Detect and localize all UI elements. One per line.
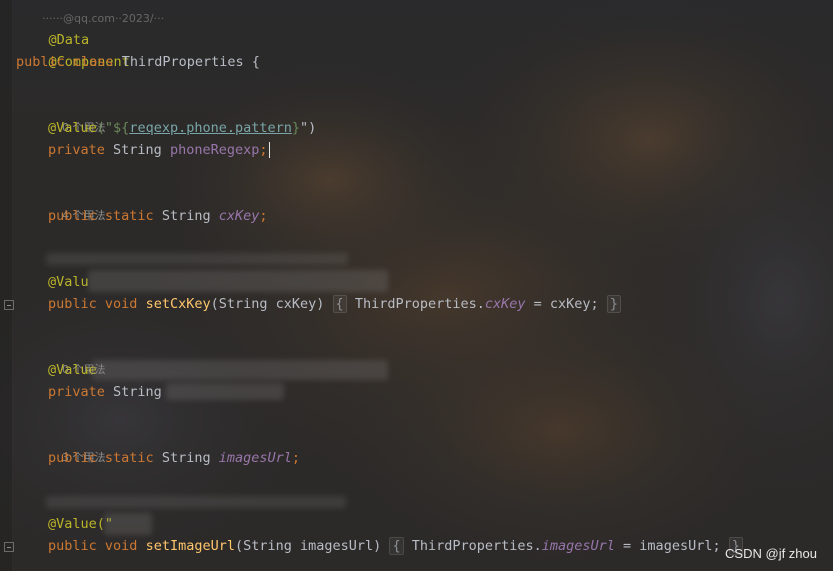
code-line-value-cxkey[interactable]: @Valu xyxy=(48,271,89,293)
method-params: (String imagesUrl) xyxy=(234,538,382,554)
keyword-public: public xyxy=(48,208,97,224)
keyword-static: static xyxy=(104,208,154,224)
code-line-2[interactable]: @Component xyxy=(16,29,130,70)
code-line-setimageurl[interactable]: public void setImageUrl(String imagesUrl… xyxy=(48,535,743,557)
code-editor[interactable]: ······@qq.com··2023/··· @Data @Component… xyxy=(0,0,833,571)
usage-hint-phone[interactable]: 0 个用法 xyxy=(48,95,106,134)
property-placeholder-key[interactable]: reqexp.phone.pattern xyxy=(129,120,292,136)
placeholder-open: ${ xyxy=(113,120,130,136)
blurred-field-name xyxy=(166,383,284,400)
annotation-value: @Value xyxy=(48,362,97,378)
text-cursor xyxy=(268,142,270,158)
class-ref: ThirdProperties. xyxy=(411,538,542,554)
method-params: (String cxKey) xyxy=(210,296,325,312)
semicolon: ; xyxy=(259,142,268,158)
type-string: String xyxy=(161,450,211,466)
keyword-void: void xyxy=(104,538,138,554)
code-line-value-phone[interactable]: @Value("${reqexp.phone.pattern}") xyxy=(48,117,316,139)
fold-marker-setimageurl[interactable] xyxy=(4,542,14,552)
usage-hint-private[interactable]: 0 个用法 xyxy=(48,337,106,376)
type-string: String xyxy=(161,208,211,224)
usage-hint-imagesurl[interactable]: 3 个用法 xyxy=(48,425,106,464)
blurred-usage-hint xyxy=(46,253,348,265)
code-line-phone-field[interactable]: private String phoneRegexp; xyxy=(48,139,270,161)
folded-body-open[interactable]: { xyxy=(389,537,404,555)
field-ref-imagesurl: imagesUrl xyxy=(541,538,615,554)
field-cxkey: cxKey xyxy=(218,208,260,224)
type-string: String xyxy=(113,384,162,400)
class-ref: ThirdProperties. xyxy=(354,296,485,312)
folded-body-close[interactable]: } xyxy=(606,295,621,313)
folded-body-open[interactable]: { xyxy=(332,295,347,313)
code-line-setcxkey[interactable]: public void setCxKey(String cxKey) { Thi… xyxy=(48,293,621,315)
code-line-value-private[interactable]: @Value xyxy=(48,359,97,381)
code-line-imagesurl-field[interactable]: public static String imagesUrl; xyxy=(48,447,300,469)
assignment: = imagesUrl; xyxy=(614,538,721,554)
keyword-static: static xyxy=(104,450,154,466)
value-string-close: ") xyxy=(300,120,317,136)
code-line-3[interactable]: public class ThirdProperties { xyxy=(16,51,260,73)
field-ref-cxkey: cxKey xyxy=(484,296,526,312)
code-line-1[interactable]: @Data xyxy=(16,7,90,48)
blurred-value-text xyxy=(88,270,388,292)
class-open-brace: { xyxy=(251,54,260,70)
field-phone-regexp: phoneRegexp xyxy=(169,142,260,158)
keyword-class: class xyxy=(72,54,114,70)
blurred-value-text xyxy=(104,513,152,535)
blurred-usage-hint xyxy=(46,496,346,508)
annotation-value: @Value xyxy=(48,120,97,136)
semicolon: ; xyxy=(259,208,268,224)
code-line-private-field[interactable]: private String xyxy=(48,381,162,403)
field-imagesurl: imagesUrl xyxy=(218,450,292,466)
annotation-value: @Valu xyxy=(48,274,89,290)
type-string: String xyxy=(113,142,162,158)
keyword-public: public xyxy=(48,450,97,466)
method-setimageurl: setImageUrl xyxy=(145,538,235,554)
usage-hint-cxkey[interactable]: 4 个用法 xyxy=(48,183,106,222)
keyword-public: public xyxy=(48,296,97,312)
keyword-public: public xyxy=(48,538,97,554)
keyword-private: private xyxy=(48,142,105,158)
class-name: ThirdProperties xyxy=(121,54,244,70)
keyword-private: private xyxy=(48,384,105,400)
code-line-cxkey-field[interactable]: public static String cxKey; xyxy=(48,205,268,227)
value-string-open: (" xyxy=(96,120,114,136)
csdn-watermark: CSDN @jf zhou xyxy=(725,546,817,561)
method-setcxkey: setCxKey xyxy=(145,296,211,312)
keyword-void: void xyxy=(104,296,138,312)
placeholder-close: } xyxy=(291,120,301,136)
fold-marker-setcxkey[interactable] xyxy=(4,300,14,310)
semicolon: ; xyxy=(291,450,301,466)
assignment: = cxKey; xyxy=(525,296,599,312)
blurred-value-text xyxy=(92,360,388,380)
keyword-public: public xyxy=(16,54,65,70)
